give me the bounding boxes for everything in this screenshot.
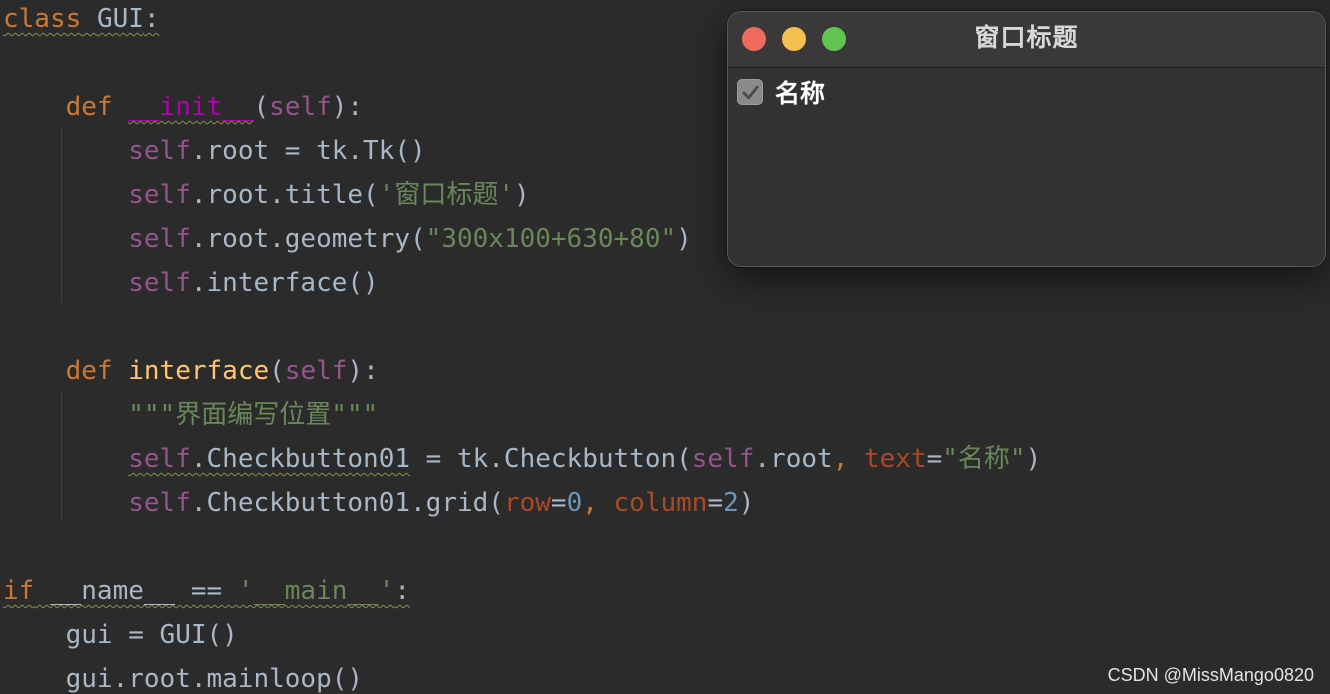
self-token: self (128, 488, 191, 518)
code-token: = tk.Checkbutton( (410, 444, 692, 474)
code-token: .root = tk.Tk() (190, 136, 426, 166)
string-token: '窗口标题' (378, 180, 515, 210)
punct-token: ): (347, 356, 379, 386)
self-token: self (691, 444, 755, 474)
punct-token: ) (676, 224, 692, 254)
self-token: self (128, 136, 191, 166)
squiggle-span: self.Checkbutton01 (128, 444, 410, 474)
self-token: self (128, 268, 191, 298)
punct-token: ) (514, 180, 530, 210)
punct-token: : (143, 4, 160, 34)
code-token: .interface() (190, 268, 379, 298)
self-token: self (128, 444, 191, 474)
keyword-token: def (65, 92, 113, 122)
code-line: if __name__ == '__main__': (3, 572, 410, 616)
code-line: def __init__(self): (3, 88, 363, 132)
tk-window[interactable]: 窗口标题 名称 (727, 11, 1326, 267)
keyword-token: if (3, 576, 35, 606)
code-line: class GUI: (3, 0, 160, 44)
self-token: self (284, 356, 348, 386)
punct-token: ): (331, 92, 364, 122)
keyword-token: def (65, 356, 113, 386)
code-token: .root.geometry( (190, 224, 426, 254)
docstring-token: """界面编写位置""" (128, 400, 379, 430)
number-token: 0 (566, 488, 583, 518)
punct-token: , (582, 488, 614, 518)
code-token: .root.title( (190, 180, 379, 210)
code-line: def interface(self): (3, 352, 379, 396)
watermark: CSDN @MissMango0820 (1107, 665, 1314, 685)
param-token: row (503, 488, 551, 518)
punct-token: = (926, 444, 943, 474)
window-title: 窗口标题 (974, 24, 1079, 52)
number-token: 2 (723, 488, 739, 518)
class-name-token: GUI (96, 4, 144, 34)
code-token: __name__ == (34, 576, 238, 606)
code-token: gui.root.mainloop() (65, 664, 364, 694)
code-line: """界面编写位置""" (3, 396, 378, 440)
code-token: .root (754, 444, 833, 474)
code-token: gui = GUI() (65, 620, 238, 650)
punct-token: ) (1025, 444, 1042, 474)
param-token: column (613, 488, 708, 518)
punct-token: ( (269, 356, 285, 386)
code-line: self.interface() (3, 264, 379, 308)
self-token: self (269, 92, 332, 122)
squiggle-span: class GUI: (3, 4, 160, 34)
window-titlebar[interactable]: 窗口标题 (728, 12, 1325, 68)
code-line: self.root = tk.Tk() (3, 132, 426, 176)
code-token: .Checkbutton01.grid( (190, 488, 504, 518)
code-line: gui = GUI() (3, 616, 238, 660)
string-token: "名称" (942, 444, 1026, 474)
window-content: 名称 (728, 68, 1325, 266)
punct-token: = (707, 488, 724, 518)
checkbutton-label[interactable]: 名称 (775, 74, 825, 110)
punct-token: , (832, 444, 864, 474)
code-line: self.Checkbutton01 = tk.Checkbutton(self… (3, 440, 1041, 484)
punct-token: : (394, 576, 411, 606)
punct-token: ) (738, 488, 755, 518)
function-name-token: interface (128, 356, 270, 386)
code-token: .Checkbutton01 (190, 444, 411, 474)
punct-token: ( (253, 92, 270, 122)
string-token: '__main__' (237, 576, 395, 606)
code-line: self.root.geometry("300x100+630+80") (3, 220, 692, 264)
self-token: self (128, 224, 191, 254)
self-token: self (128, 180, 191, 210)
checkmark-icon (742, 85, 759, 100)
param-token: text (864, 444, 927, 474)
keyword-token: class (3, 4, 82, 34)
code-line: gui.root.mainloop() (3, 660, 363, 694)
checkbox-icon[interactable] (737, 79, 763, 105)
string-token: "300x100+630+80" (425, 224, 677, 254)
code-line: self.Checkbutton01.grid(row=0, column=2) (3, 484, 754, 528)
squiggle-span: if __name__ == '__main__': (3, 576, 410, 606)
checkbutton[interactable]: 名称 (737, 74, 825, 110)
code-line: self.root.title('窗口标题') (3, 176, 530, 220)
punct-token: = (550, 488, 567, 518)
function-name-token: __init__ (128, 92, 254, 122)
